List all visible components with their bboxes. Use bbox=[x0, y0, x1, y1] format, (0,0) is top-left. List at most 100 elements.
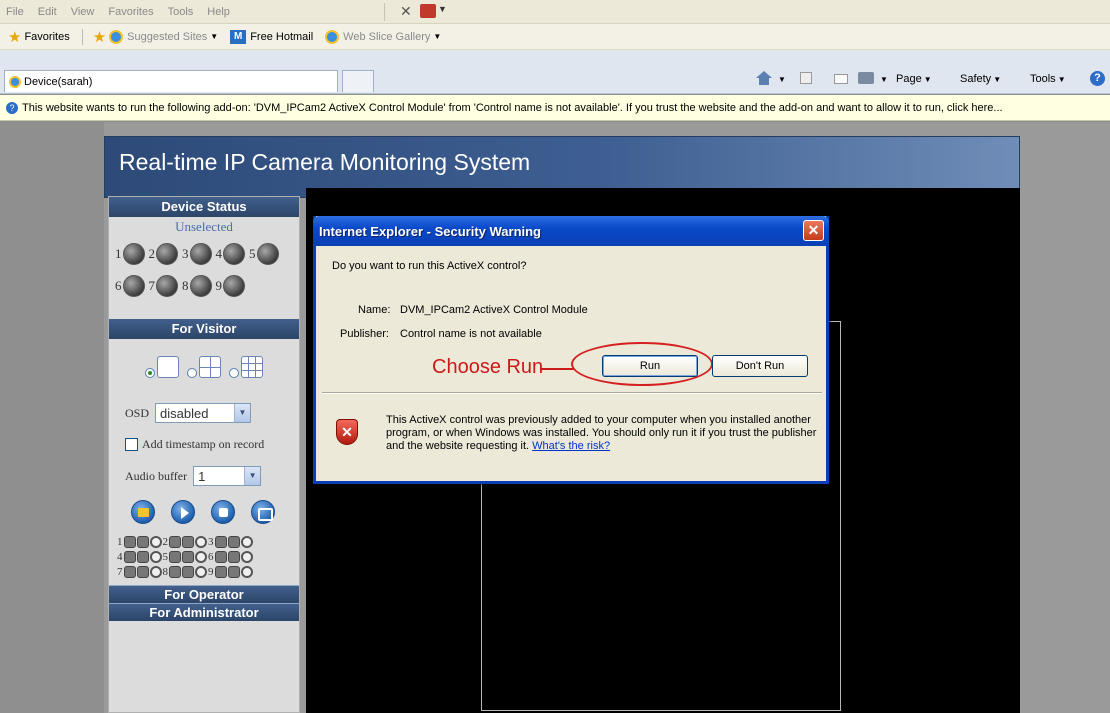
record-icon[interactable] bbox=[240, 535, 253, 548]
menu-help[interactable]: Help bbox=[207, 6, 230, 18]
record-icon[interactable] bbox=[149, 550, 162, 563]
web-slice-gallery-link[interactable]: Web Slice Gallery bbox=[343, 31, 430, 43]
add-favorites-icon[interactable]: ★ bbox=[93, 28, 106, 46]
layout-4-radio[interactable] bbox=[187, 368, 197, 378]
record-icon[interactable] bbox=[149, 535, 162, 548]
device-status-value: Unselected bbox=[175, 219, 233, 234]
layout-4-option[interactable] bbox=[187, 356, 221, 378]
menu-edit[interactable]: Edit bbox=[38, 6, 57, 18]
tools-menu[interactable]: Tools ▼ bbox=[1030, 73, 1066, 85]
layout-1-radio[interactable] bbox=[145, 368, 155, 378]
osd-select[interactable]: disabled ▼ bbox=[155, 403, 252, 423]
menu-favorites[interactable]: Favorites bbox=[108, 6, 153, 18]
favorites-star-icon[interactable]: ★ bbox=[8, 28, 21, 46]
audio-icon[interactable] bbox=[123, 565, 136, 578]
layout-1-option[interactable] bbox=[145, 356, 179, 378]
device-7[interactable]: 7 bbox=[149, 275, 178, 297]
information-bar[interactable]: ? This website wants to run the followin… bbox=[0, 95, 1110, 121]
home-icon[interactable] bbox=[756, 71, 772, 85]
free-hotmail-link[interactable]: Free Hotmail bbox=[250, 31, 313, 43]
tab-title: Device(sarah) bbox=[24, 75, 93, 88]
dialog-title-bar[interactable]: Internet Explorer - Security Warning ✕ bbox=[313, 216, 829, 246]
channel-row: 4 5 6 bbox=[117, 549, 299, 564]
chevron-down-icon[interactable]: ▼ bbox=[776, 73, 786, 85]
run-button[interactable]: Run bbox=[602, 355, 698, 377]
record-icon[interactable] bbox=[195, 550, 207, 563]
page-menu[interactable]: Page ▼ bbox=[896, 73, 932, 85]
talk-icon[interactable] bbox=[227, 535, 240, 548]
for-administrator-link[interactable]: For Administrator bbox=[109, 603, 299, 621]
talk-icon[interactable] bbox=[182, 565, 194, 578]
chevron-down-icon[interactable]: ▼ bbox=[210, 32, 218, 41]
audio-icon[interactable] bbox=[214, 565, 227, 578]
audio-icon[interactable] bbox=[214, 550, 227, 563]
whats-the-risk-link[interactable]: What's the risk? bbox=[532, 440, 610, 452]
channel-controls: 1 2 3 4 5 6 7 8 9 bbox=[117, 534, 299, 579]
menu-file[interactable]: File bbox=[6, 6, 24, 18]
talk-icon[interactable] bbox=[182, 550, 194, 563]
snapshot-icon[interactable] bbox=[251, 500, 275, 524]
folder-icon[interactable] bbox=[131, 500, 155, 524]
record-icon[interactable] bbox=[195, 535, 207, 548]
device-5[interactable]: 5 bbox=[249, 243, 279, 265]
close-icon[interactable]: ✕ bbox=[803, 220, 824, 241]
device-1[interactable]: 1 bbox=[115, 243, 145, 265]
device-status-icon bbox=[223, 275, 245, 297]
dont-run-button[interactable]: Don't Run bbox=[712, 355, 808, 377]
mail-icon[interactable] bbox=[834, 74, 848, 84]
play-icon[interactable] bbox=[171, 500, 195, 524]
layout-9-option[interactable] bbox=[229, 356, 263, 378]
chevron-down-icon[interactable]: ▼ bbox=[878, 73, 888, 85]
publisher-value: Control name is not available bbox=[400, 328, 542, 340]
record-icon[interactable] bbox=[195, 565, 207, 578]
device-8[interactable]: 8 bbox=[182, 275, 212, 297]
timestamp-checkbox[interactable] bbox=[125, 438, 138, 451]
chevron-down-icon[interactable]: ▼ bbox=[234, 404, 251, 422]
close-toolbar-icon[interactable]: ✕ bbox=[400, 3, 412, 20]
talk-icon[interactable] bbox=[227, 565, 240, 578]
chevron-down-icon[interactable]: ▼ bbox=[438, 4, 447, 14]
menu-view[interactable]: View bbox=[71, 6, 95, 18]
audio-icon[interactable] bbox=[123, 550, 136, 563]
channel-3: 3 bbox=[208, 535, 253, 548]
chevron-down-icon[interactable]: ▼ bbox=[433, 32, 441, 41]
chevron-down-icon[interactable]: ▼ bbox=[244, 467, 261, 485]
playback-controls bbox=[123, 500, 283, 524]
safety-menu[interactable]: Safety ▼ bbox=[960, 73, 1001, 85]
audio-icon[interactable] bbox=[214, 535, 227, 548]
device-4[interactable]: 4 bbox=[216, 243, 245, 265]
suggested-sites-link[interactable]: Suggested Sites bbox=[127, 31, 207, 43]
help-icon[interactable]: ? bbox=[1090, 71, 1105, 86]
talk-icon[interactable] bbox=[136, 535, 149, 548]
layout-9-radio[interactable] bbox=[229, 368, 239, 378]
stop-icon[interactable] bbox=[211, 500, 235, 524]
device-3[interactable]: 3 bbox=[182, 243, 212, 265]
talk-icon[interactable] bbox=[136, 550, 149, 563]
device-2[interactable]: 2 bbox=[149, 243, 178, 265]
audio-icon[interactable] bbox=[169, 565, 181, 578]
for-visitor-title[interactable]: For Visitor bbox=[109, 319, 299, 339]
audio-icon[interactable] bbox=[169, 550, 181, 563]
talk-icon[interactable] bbox=[227, 550, 240, 563]
print-icon[interactable] bbox=[858, 72, 874, 84]
record-icon[interactable] bbox=[240, 565, 253, 578]
menu-tools[interactable]: Tools bbox=[168, 6, 194, 18]
record-icon[interactable] bbox=[149, 565, 162, 578]
audio-buffer-select[interactable]: 1 ▼ bbox=[193, 466, 262, 486]
talk-icon[interactable] bbox=[136, 565, 149, 578]
audio-icon[interactable] bbox=[169, 535, 181, 548]
device-6[interactable]: 6 bbox=[115, 275, 145, 297]
tab-device-sarah[interactable]: Device(sarah) bbox=[4, 70, 338, 92]
audio-icon[interactable] bbox=[123, 535, 136, 548]
sidebar: Device Status Unselected 1 2 3 4 5 6 7 8… bbox=[108, 196, 300, 713]
device-9[interactable]: 9 bbox=[216, 275, 245, 297]
for-operator-link[interactable]: For Operator bbox=[109, 585, 299, 603]
toolbar-addon-icon[interactable] bbox=[420, 4, 436, 18]
feeds-icon[interactable] bbox=[800, 72, 812, 84]
web-slice-icon bbox=[325, 29, 340, 44]
talk-icon[interactable] bbox=[182, 535, 194, 548]
new-tab-button[interactable] bbox=[342, 70, 374, 92]
menu-bar: File Edit View Favorites Tools Help ✕ ▼ bbox=[0, 0, 1110, 24]
record-icon[interactable] bbox=[240, 550, 253, 563]
favorites-button[interactable]: Favorites bbox=[24, 31, 69, 43]
